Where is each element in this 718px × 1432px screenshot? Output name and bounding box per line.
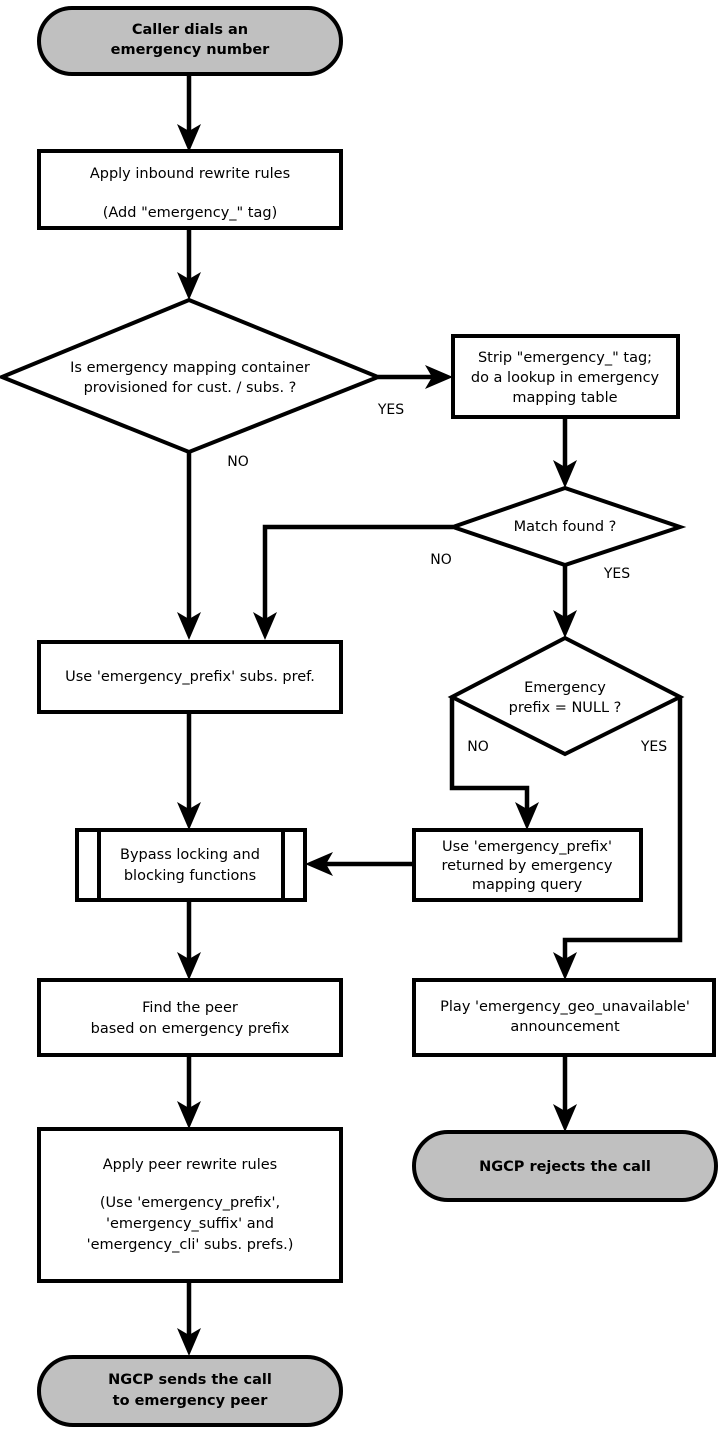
prefix-null-line2: prefix = NULL ?: [509, 700, 622, 716]
use-mapping-prefix-line1: Use 'emergency_prefix': [442, 839, 612, 855]
node-find-peer[interactable]: Find the peer based on emergency prefix: [37, 978, 343, 1057]
container-check-line2: provisioned for cust. / subs. ?: [84, 380, 297, 396]
node-container-check[interactable]: Is emergency mapping container provision…: [0, 297, 384, 455]
edge-label-match-no: NO: [430, 552, 452, 568]
connector-strip-to-match: [553, 417, 577, 488]
node-strip-lookup[interactable]: Strip "emergency_" tag; do a lookup in e…: [451, 334, 680, 419]
match-found-label: Match found ?: [514, 519, 617, 535]
edge-label-null-yes: YES: [640, 739, 667, 755]
connector-container-no-to-subspref: [177, 452, 201, 640]
node-prefix-null[interactable]: Emergency prefix = NULL ?: [447, 635, 685, 757]
play-announcement-line2: announcement: [510, 1019, 620, 1035]
connector-mapping-to-bypass: [305, 852, 414, 876]
find-peer-line1: Find the peer: [142, 1000, 238, 1016]
node-bypass-locking[interactable]: Bypass locking and blocking functions: [75, 828, 307, 902]
node-play-announcement[interactable]: Play 'emergency_geo_unavailable' announc…: [412, 978, 716, 1057]
start-label-line2: emergency number: [111, 42, 271, 58]
strip-lookup-line3: mapping table: [512, 390, 617, 406]
end-sends-shape: [37, 1355, 343, 1427]
strip-lookup-line2: do a lookup in emergency: [471, 370, 660, 386]
play-announcement-line1: Play 'emergency_geo_unavailable': [440, 999, 690, 1015]
node-start[interactable]: Caller dials an emergency number: [37, 6, 343, 76]
edge-label-match-yes: YES: [603, 566, 630, 582]
flowchart-canvas: Caller dials an emergency number Apply i…: [0, 0, 718, 1432]
node-peer-rewrite[interactable]: Apply peer rewrite rules (Use 'emergency…: [37, 1127, 343, 1283]
connector-match-no-to-subspref: [253, 524, 453, 640]
prefix-null-line1: Emergency: [524, 680, 606, 696]
node-match-found[interactable]: Match found ?: [446, 485, 687, 568]
end-sends-line2: to emergency peer: [113, 1393, 269, 1409]
peer-rewrite-line1: Apply peer rewrite rules: [103, 1157, 277, 1173]
use-subs-pref-label: Use 'emergency_prefix' subs. pref.: [65, 669, 315, 685]
connector-inbound-to-container: [177, 228, 201, 300]
connector-start-to-inbound: [177, 74, 201, 152]
inbound-rewrite-line2: (Add "emergency_" tag): [103, 205, 278, 221]
node-end-sends[interactable]: NGCP sends the call to emergency peer: [37, 1355, 343, 1427]
flowchart-svg: Caller dials an emergency number Apply i…: [0, 6, 718, 1427]
connector-match-yes-to-prefixnull: [553, 565, 577, 638]
use-mapping-prefix-line3: mapping query: [472, 877, 583, 893]
edge-label-null-no: NO: [467, 739, 489, 755]
edge-label-container-yes: YES: [377, 402, 404, 418]
node-use-mapping-prefix[interactable]: Use 'emergency_prefix' returned by emerg…: [412, 828, 643, 902]
container-check-shape: [0, 297, 384, 455]
connector-announcement-to-end-rejects: [553, 1055, 577, 1132]
end-rejects-label: NGCP rejects the call: [479, 1159, 651, 1175]
find-peer-shape: [37, 978, 343, 1057]
peer-rewrite-line2: (Use 'emergency_prefix',: [100, 1195, 280, 1211]
bypass-locking-line1: Bypass locking and: [120, 847, 260, 863]
connector-peerrewrite-to-end-sends: [177, 1281, 201, 1356]
inbound-rewrite-line1: Apply inbound rewrite rules: [90, 166, 290, 182]
node-inbound-rewrite[interactable]: Apply inbound rewrite rules (Add "emerge…: [37, 149, 343, 230]
strip-lookup-line1: Strip "emergency_" tag;: [478, 350, 652, 366]
connector-subspref-to-bypass: [177, 712, 201, 830]
find-peer-line2: based on emergency prefix: [91, 1021, 290, 1037]
start-label-line1: Caller dials an: [132, 22, 248, 38]
start-shape: [37, 6, 343, 76]
bypass-locking-line2: blocking functions: [124, 868, 256, 884]
connector-container-yes-to-strip: [378, 365, 453, 389]
container-check-line1: Is emergency mapping container: [70, 360, 310, 376]
peer-rewrite-line4: 'emergency_cli' subs. prefs.): [87, 1237, 294, 1253]
end-sends-line1: NGCP sends the call: [108, 1372, 272, 1388]
prefix-null-shape: [447, 635, 685, 757]
use-mapping-prefix-line2: returned by emergency: [441, 858, 612, 874]
node-use-subs-pref[interactable]: Use 'emergency_prefix' subs. pref.: [37, 640, 343, 714]
edge-label-container-no: NO: [227, 454, 249, 470]
connector-findpeer-to-peerrewrite: [177, 1055, 201, 1129]
node-end-rejects[interactable]: NGCP rejects the call: [412, 1130, 718, 1202]
connector-bypass-to-findpeer: [177, 900, 201, 980]
bypass-locking-shape: [75, 828, 307, 902]
play-announcement-shape: [412, 978, 716, 1057]
peer-rewrite-line3: 'emergency_suffix' and: [106, 1216, 274, 1232]
